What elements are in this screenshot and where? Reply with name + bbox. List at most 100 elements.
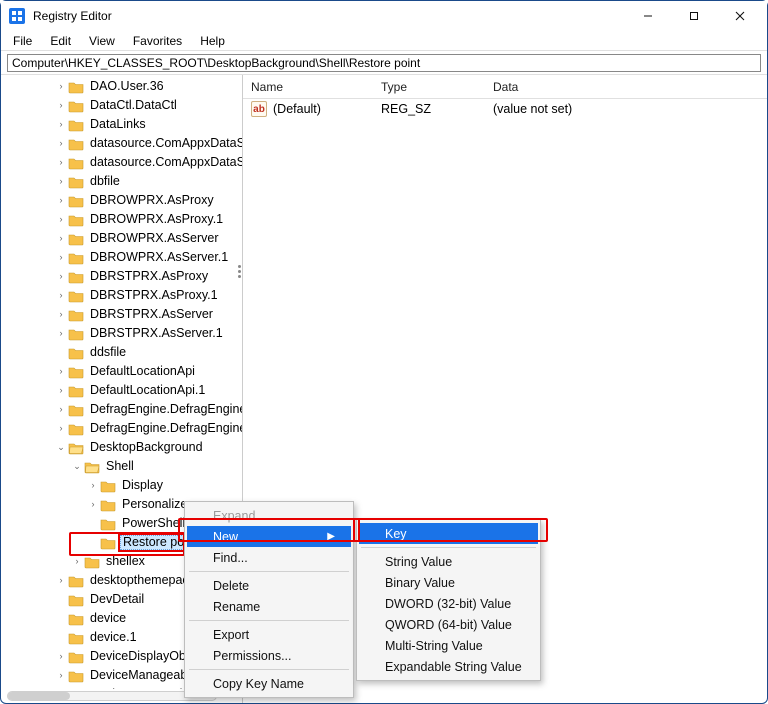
column-name[interactable]: Name — [243, 80, 373, 94]
menu-view[interactable]: View — [81, 32, 123, 50]
tree-item-label: datasource.ComAppxDataSou — [88, 155, 242, 170]
menu-item-string-value[interactable]: String Value — [359, 551, 538, 572]
tree-item[interactable]: ›Display — [1, 476, 242, 495]
folder-icon — [68, 650, 84, 664]
chevron-right-icon[interactable]: › — [55, 195, 67, 207]
chevron-right-icon[interactable]: › — [55, 423, 67, 435]
tree-item[interactable]: › DefaultLocationApi.1 — [1, 381, 242, 400]
folder-icon — [68, 669, 84, 683]
menu-separator — [189, 669, 349, 670]
column-type[interactable]: Type — [373, 80, 485, 94]
menu-item-copy-key-name[interactable]: Copy Key Name — [187, 673, 351, 694]
tree-item[interactable]: › DBROWPRX.AsProxy.1 — [1, 210, 242, 229]
listview-header: Name Type Data — [243, 75, 767, 99]
close-button[interactable] — [717, 1, 763, 31]
tree-item[interactable]: ›DefaultLocationApi — [1, 362, 242, 381]
chevron-right-icon[interactable]: › — [55, 176, 67, 188]
listview-row[interactable]: (Default)REG_SZ(value not set) — [243, 99, 767, 119]
menu-item-binary-value[interactable]: Binary Value — [359, 572, 538, 593]
folder-icon — [68, 403, 84, 417]
chevron-right-icon[interactable]: › — [55, 575, 67, 587]
chevron-right-icon[interactable]: › — [55, 366, 67, 378]
menu-item-dword-32-bit-value[interactable]: DWORD (32-bit) Value — [359, 593, 538, 614]
tree-item[interactable]: ›DBROWPRX.AsServer.1 — [1, 248, 242, 267]
tree-item[interactable]: ›DataCtl.DataCtl — [1, 96, 242, 115]
context-menu-new: Key String ValueBinary ValueDWORD (32-bit… — [356, 519, 541, 681]
tree-item[interactable]: › datasource.ComAppxDataSou — [1, 153, 242, 172]
tree-item[interactable]: ›DBRSTPRX.AsServer.1 — [1, 324, 242, 343]
tree-item-label: DBROWPRX.AsProxy.1 — [88, 212, 225, 227]
chevron-down-icon[interactable]: ⌄ — [71, 461, 83, 473]
menu-item-label: Expand — [213, 509, 255, 523]
folder-icon — [84, 555, 100, 569]
chevron-right-icon[interactable]: › — [55, 385, 67, 397]
tree-item[interactable]: ⌄Shell — [1, 457, 242, 476]
menu-file[interactable]: File — [5, 32, 40, 50]
folder-icon — [68, 175, 84, 189]
tree-item[interactable]: › DBRSTPRX.AsProxy — [1, 267, 242, 286]
menu-item-expandable-string-value[interactable]: Expandable String Value — [359, 656, 538, 677]
chevron-right-icon[interactable]: › — [55, 328, 67, 340]
scrollbar-thumb[interactable] — [8, 692, 70, 700]
column-data[interactable]: Data — [485, 80, 767, 94]
value-type: REG_SZ — [373, 102, 485, 116]
tree-item[interactable]: ›DBRSTPRX.AsProxy.1 — [1, 286, 242, 305]
chevron-right-icon[interactable]: › — [55, 651, 67, 663]
chevron-right-icon[interactable]: › — [55, 252, 67, 264]
tree-item[interactable]: ›dbfile — [1, 172, 242, 191]
chevron-right-icon[interactable]: › — [55, 233, 67, 245]
menu-item-qword-64-bit-value[interactable]: QWORD (64-bit) Value — [359, 614, 538, 635]
chevron-right-icon[interactable]: › — [55, 100, 67, 112]
chevron-right-icon[interactable]: › — [71, 556, 83, 568]
menu-item-multi-string-value[interactable]: Multi-String Value — [359, 635, 538, 656]
menu-item-delete[interactable]: Delete — [187, 575, 351, 596]
folder-icon — [68, 251, 84, 265]
menu-favorites[interactable]: Favorites — [125, 32, 190, 50]
chevron-right-icon[interactable]: › — [87, 480, 99, 492]
tree-item[interactable]: ›DefragEngine.DefragEngine — [1, 400, 242, 419]
folder-icon — [68, 441, 84, 455]
chevron-right-icon[interactable]: › — [55, 157, 67, 169]
tree-item[interactable]: ›DBROWPRX.AsServer — [1, 229, 242, 248]
tree-item[interactable]: ›DBRSTPRX.AsServer — [1, 305, 242, 324]
address-input[interactable] — [7, 54, 761, 72]
menu-item-find[interactable]: Find... — [187, 547, 351, 568]
chevron-down-icon[interactable]: ⌄ — [55, 442, 67, 454]
tree-item-label: DefaultLocationApi.1 — [88, 383, 207, 398]
menu-item-new[interactable]: New▶ — [187, 526, 351, 547]
folder-icon — [68, 213, 84, 227]
folder-icon — [68, 422, 84, 436]
chevron-right-icon[interactable]: › — [55, 119, 67, 131]
chevron-right-icon[interactable]: › — [55, 138, 67, 150]
menu-item-rename[interactable]: Rename — [187, 596, 351, 617]
chevron-right-icon[interactable]: › — [55, 290, 67, 302]
menu-item-permissions[interactable]: Permissions... — [187, 645, 351, 666]
tree-item[interactable]: ›DataLinks — [1, 115, 242, 134]
menu-item-label: Multi-String Value — [385, 639, 483, 653]
tree-item[interactable]: ›DAO.User.36 — [1, 77, 242, 96]
submenu-arrow-icon: ▶ — [327, 531, 335, 542]
folder-icon — [68, 270, 84, 284]
minimize-button[interactable] — [625, 1, 671, 31]
maximize-button[interactable] — [671, 1, 717, 31]
chevron-right-icon[interactable]: › — [55, 214, 67, 226]
tree-item[interactable]: ›datasource.ComAppxDataSou — [1, 134, 242, 153]
chevron-right-icon[interactable]: › — [55, 404, 67, 416]
menu-help[interactable]: Help — [192, 32, 233, 50]
menu-item-label: Export — [213, 628, 249, 642]
menu-item-key[interactable]: Key — [359, 523, 538, 544]
chevron-right-icon[interactable]: › — [55, 309, 67, 321]
chevron-right-icon[interactable]: › — [55, 81, 67, 93]
tree-item[interactable]: ›DBROWPRX.AsProxy — [1, 191, 242, 210]
menu-item-export[interactable]: Export — [187, 624, 351, 645]
tree-item[interactable]: ⌄DesktopBackground — [1, 438, 242, 457]
tree-item-label: DBRSTPRX.AsProxy — [88, 269, 210, 284]
tree-item[interactable]: ddsfile — [1, 343, 242, 362]
menu-edit[interactable]: Edit — [42, 32, 79, 50]
chevron-right-icon[interactable]: › — [87, 499, 99, 511]
chevron-right-icon[interactable]: › — [55, 271, 67, 283]
chevron-right-icon[interactable]: › — [55, 670, 67, 682]
chevron-right-icon[interactable]: › — [55, 689, 67, 690]
tree-item[interactable]: ›DefragEngine.DefragEngine.1 — [1, 419, 242, 438]
tree-item-label: shellex — [104, 554, 147, 569]
